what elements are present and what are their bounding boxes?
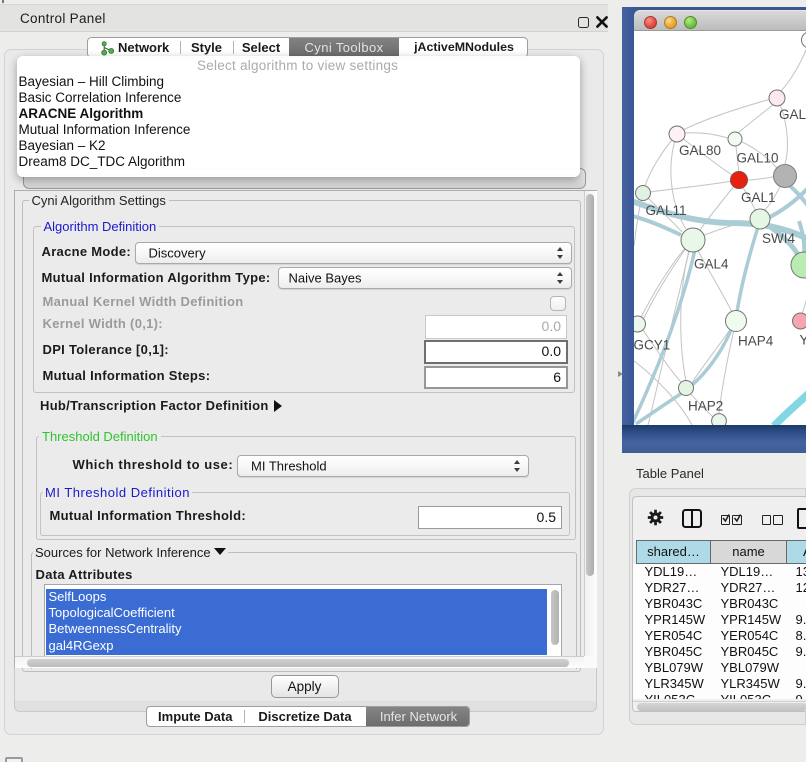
svg-text:GAL11: GAL11 [646,203,687,218]
svg-text:Y: Y [800,333,806,348]
svg-text:SWI4: SWI4 [762,231,795,246]
svg-text:HAP2: HAP2 [688,399,723,414]
svg-text:GAL10: GAL10 [737,151,779,166]
svg-text:GAL80: GAL80 [679,143,721,158]
svg-text:GAL4: GAL4 [694,257,729,272]
svg-text:GCY1: GCY1 [634,338,670,353]
svg-text:HAP4: HAP4 [738,334,774,349]
svg-text:GAL1: GAL1 [741,190,776,205]
svg-text:GAL: GAL [779,107,806,122]
